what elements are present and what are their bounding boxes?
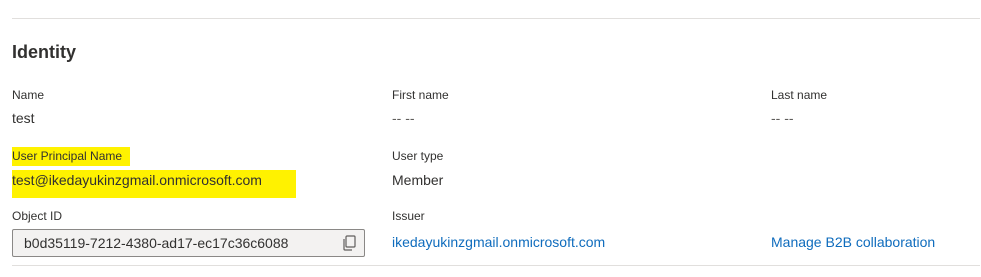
last-name-value: -- --: [771, 110, 794, 126]
copy-icon: [343, 235, 356, 251]
manage-b2b-link[interactable]: Manage B2B collaboration: [771, 232, 935, 252]
last-name-label: Last name: [771, 88, 828, 102]
upn-label: User Principal Name: [12, 149, 123, 163]
copy-button[interactable]: [334, 230, 364, 256]
first-name-value: -- --: [392, 110, 415, 126]
bottom-divider: [12, 265, 980, 266]
name-value: test: [12, 110, 35, 126]
section-title: Identity: [12, 42, 77, 62]
object-id-field[interactable]: b0d35119-7212-4380-ad17-ec17c36c6088: [12, 229, 365, 257]
user-type-value: Member: [392, 172, 444, 188]
user-type-label: User type: [392, 149, 444, 163]
upn-value: test@ikedayukinzgmail.onmicrosoft.com: [12, 172, 262, 188]
object-id-value[interactable]: b0d35119-7212-4380-ad17-ec17c36c6088: [13, 235, 334, 251]
issuer-link[interactable]: ikedayukinzgmail.onmicrosoft.com: [392, 232, 605, 252]
issuer-label: Issuer: [392, 209, 425, 223]
object-id-label: Object ID: [12, 209, 63, 223]
top-divider: [12, 18, 980, 19]
first-name-label: First name: [392, 88, 449, 102]
name-label: Name: [12, 88, 45, 102]
